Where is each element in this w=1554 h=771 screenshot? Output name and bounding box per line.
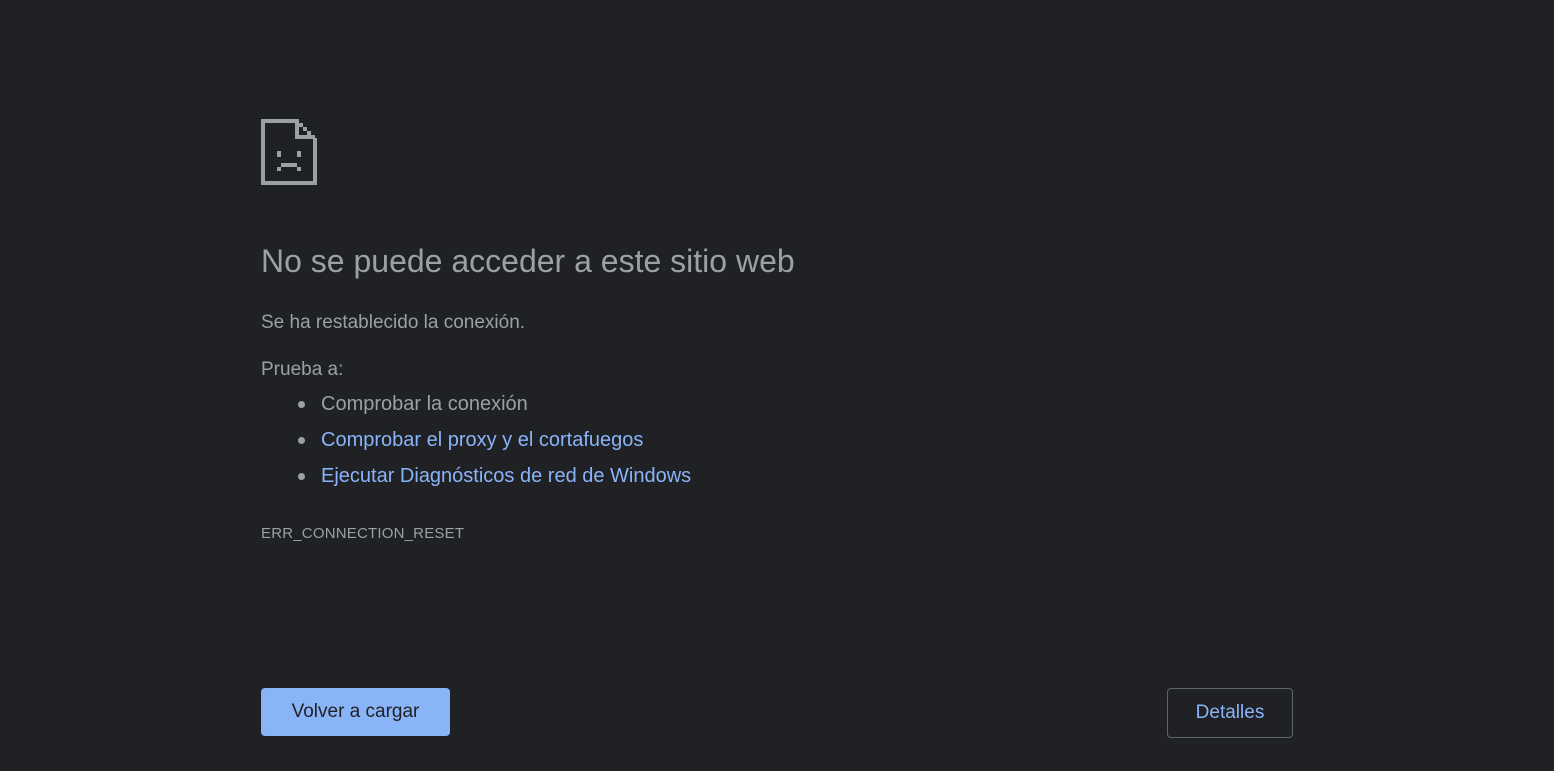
bullet-icon	[298, 473, 305, 480]
bullet-icon	[298, 401, 305, 408]
reload-button[interactable]: Volver a cargar	[261, 688, 450, 736]
sad-document-icon	[261, 119, 317, 185]
bullet-icon	[298, 437, 305, 444]
error-summary: Se ha restablecido la conexión.	[261, 312, 526, 333]
page-title: No se puede acceder a este sitio web	[261, 243, 795, 279]
suggestion-check-proxy: Comprobar el proxy y el cortafuegos	[261, 422, 691, 458]
suggestion-check-connection: Comprobar la conexión	[261, 386, 691, 422]
check-proxy-link[interactable]: Comprobar el proxy y el cortafuegos	[321, 429, 643, 451]
suggestions-list: Comprobar la conexión Comprobar el proxy…	[261, 386, 691, 494]
windows-diagnostics-link[interactable]: Ejecutar Diagnósticos de red de Windows	[321, 465, 691, 487]
error-code: ERR_CONNECTION_RESET	[261, 525, 465, 542]
suggestion-run-diagnostics: Ejecutar Diagnósticos de red de Windows	[261, 458, 691, 494]
suggestions-title: Prueba a:	[261, 359, 344, 380]
details-button[interactable]: Detalles	[1167, 688, 1293, 738]
suggestion-label: Comprobar la conexión	[321, 393, 528, 415]
